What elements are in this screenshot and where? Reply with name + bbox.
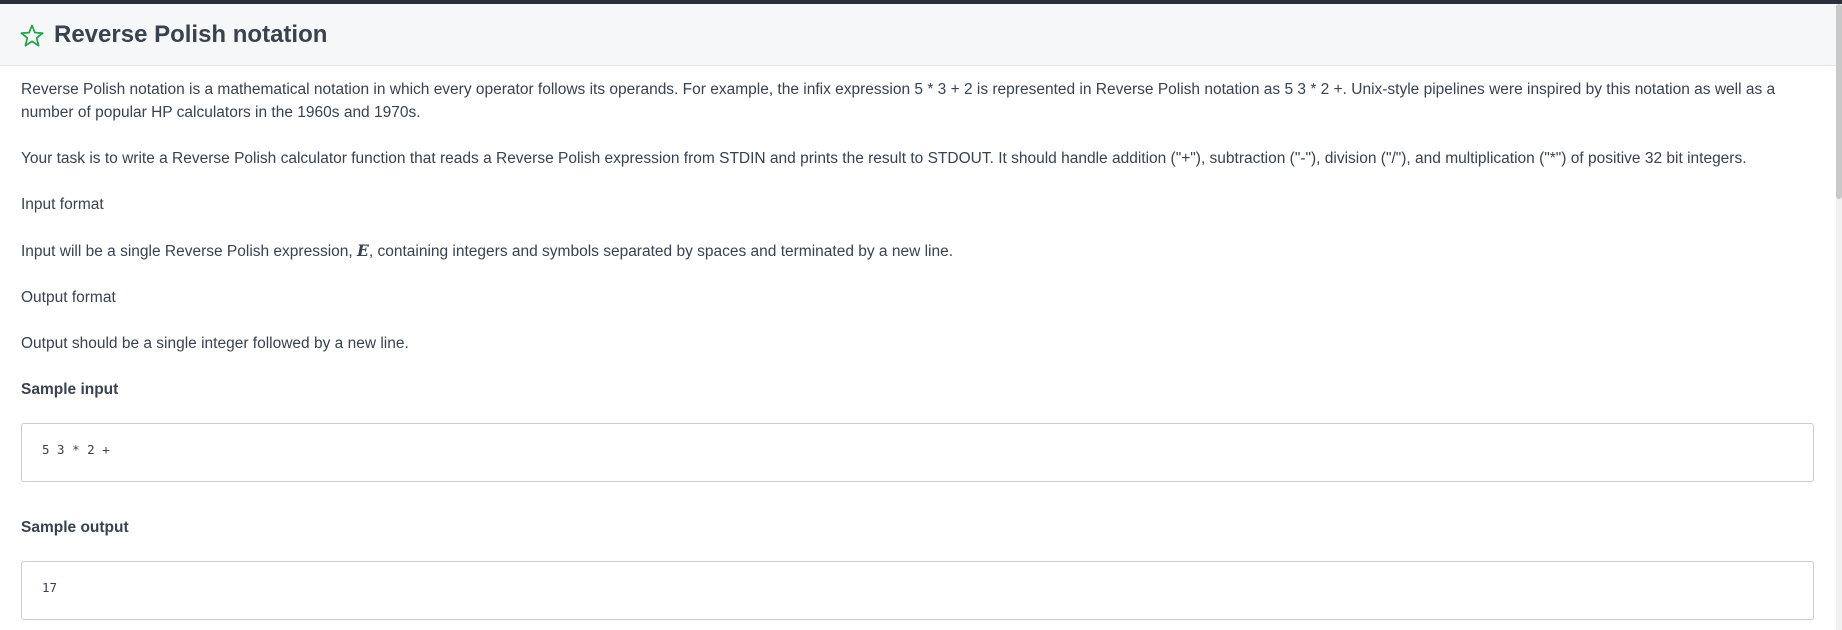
input-format-text-start: Input will be a single Reverse Polish ex… (21, 243, 358, 260)
sample-output-heading: Sample output (21, 519, 129, 536)
sample-output-box[interactable]: 17 (21, 561, 1814, 620)
problem-page: Reverse Polish notation Reverse Polish n… (0, 0, 1842, 630)
task-paragraph: Your task is to write a Reverse Polish c… (21, 150, 1747, 167)
star-outline-icon[interactable] (19, 23, 45, 49)
input-format-heading: Input format (21, 196, 104, 213)
intro-paragraph: Reverse Polish notation is a mathematica… (21, 81, 1776, 121)
sample-input-box[interactable]: 5 3 * 2 + (21, 423, 1814, 482)
output-format-heading: Output format (21, 289, 116, 306)
input-format-text-end: , containing integers and symbols separa… (368, 243, 954, 260)
output-format-paragraph: Output should be a single integer follow… (21, 335, 409, 352)
problem-header: Reverse Polish notation (0, 4, 1836, 66)
sample-input-heading: Sample input (21, 381, 119, 398)
sample-input-code: 5 3 * 2 + (42, 442, 110, 457)
vertical-scrollbar[interactable] (1836, 4, 1842, 630)
sample-output-code: 17 (42, 580, 58, 595)
scrollbar-thumb[interactable] (1836, 4, 1842, 199)
page-title: Reverse Polish notation (54, 21, 328, 48)
expression-variable: E (357, 241, 369, 260)
input-format-paragraph: Input will be a single Reverse Polish ex… (21, 239, 1816, 263)
